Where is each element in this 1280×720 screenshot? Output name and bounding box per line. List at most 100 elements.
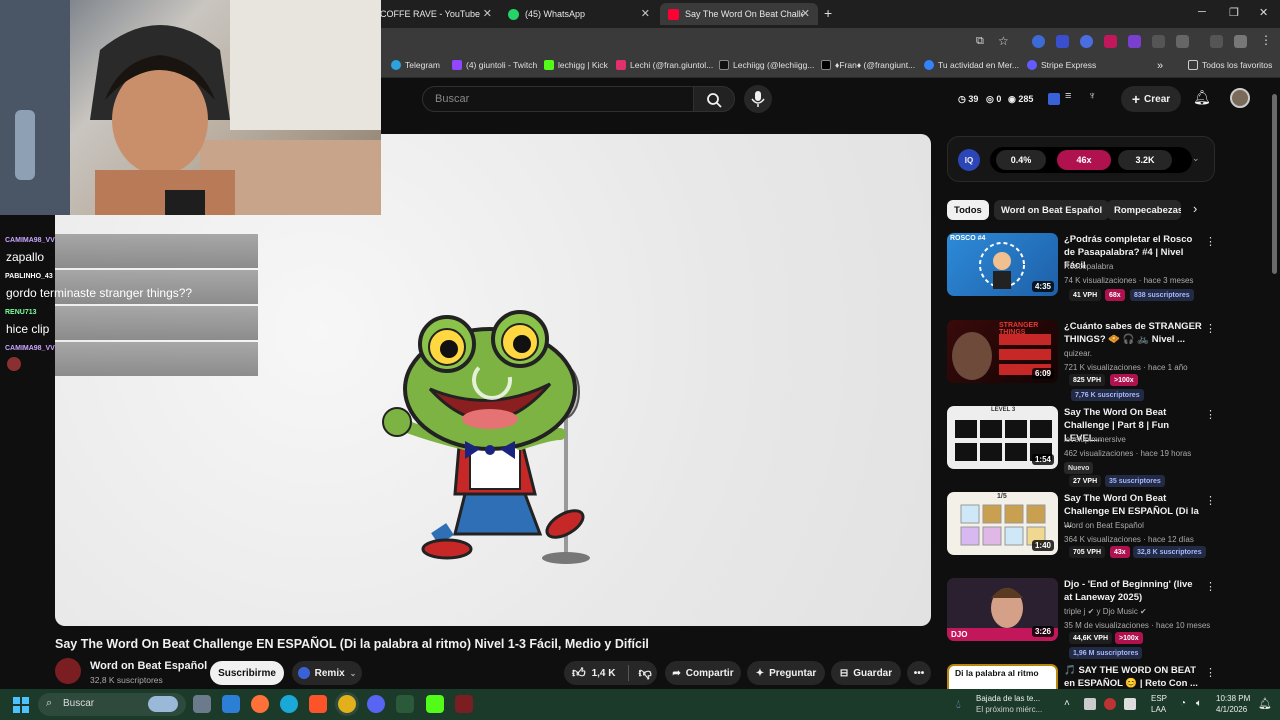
- tray-app-icon[interactable]: [1124, 698, 1136, 710]
- bookmark-telegram[interactable]: Telegram: [391, 60, 440, 70]
- tray-app-icon[interactable]: [1084, 698, 1096, 710]
- language-layout[interactable]: LAA: [1151, 705, 1166, 714]
- channel-name[interactable]: triple j ✔ y Djo Music ✔: [1064, 607, 1147, 616]
- wifi-icon[interactable]: ◔: [1180, 698, 1186, 709]
- extension-icon[interactable]: [1104, 35, 1117, 48]
- notification-subtitle[interactable]: El próximo miérc...: [976, 705, 1042, 714]
- bookmark-kick[interactable]: lechigg | Kick: [544, 60, 608, 70]
- language-code[interactable]: ESP: [1151, 694, 1167, 703]
- video-title[interactable]: 🎵 SAY THE WORD ON BEAT en ESPAÑOL 😊 | Re…: [1064, 664, 1202, 689]
- bookmark-instagram[interactable]: Lechi (@fran.giuntol...: [616, 60, 713, 70]
- bell-icon[interactable]: 🔔︎: [1193, 89, 1211, 106]
- more-vert-icon[interactable]: ⋮: [1205, 322, 1216, 335]
- voice-search-button[interactable]: [744, 85, 772, 113]
- obs-icon[interactable]: [455, 695, 473, 713]
- discord-icon[interactable]: [367, 695, 385, 713]
- recommendation-card[interactable]: LEVEL 3 1:54 Say The Word On Beat Challe…: [947, 406, 1216, 488]
- recommendation-card[interactable]: Di la palabra al ritmo 🎵 SAY THE WORD ON…: [947, 664, 1215, 689]
- video-thumbnail[interactable]: ROSCO #4 4:35: [947, 233, 1058, 296]
- like-count[interactable]: 1,4 K: [592, 668, 616, 679]
- close-icon[interactable]: ✕: [483, 7, 492, 20]
- ask-button[interactable]: ✦ Preguntar: [747, 661, 825, 685]
- bookmark-stripe[interactable]: Stripe Express: [1027, 60, 1096, 70]
- close-icon[interactable]: ✕: [801, 7, 810, 20]
- save-button[interactable]: ⊟ Guardar: [831, 661, 901, 685]
- recommendation-card[interactable]: STRANGER THINGS 6:09 ¿Cuánto sabes de ST…: [947, 320, 1216, 402]
- tab-whatsapp[interactable]: (45) WhatsApp ✕: [500, 3, 658, 25]
- list-icon[interactable]: ≡: [1065, 90, 1071, 102]
- weather-icon[interactable]: 💧︎: [956, 697, 961, 712]
- channel-name[interactable]: Roscopalabra: [1064, 262, 1113, 271]
- share-button[interactable]: ➦ Compartir: [665, 661, 741, 685]
- restore-icon[interactable]: ❐: [1229, 6, 1239, 19]
- more-vert-icon[interactable]: ⋮: [1205, 494, 1216, 507]
- video-thumbnail[interactable]: 1/5 1:40: [947, 492, 1058, 555]
- video-thumbnail[interactable]: DJO 3:26: [947, 578, 1058, 641]
- new-tab-button[interactable]: +: [824, 5, 832, 21]
- video-title[interactable]: Djo - 'End of Beginning' (live at Lanewa…: [1064, 578, 1202, 604]
- profile-icon[interactable]: [1234, 35, 1247, 48]
- more-vert-icon[interactable]: ⋮: [1205, 666, 1215, 679]
- page-scrollbar[interactable]: [1272, 94, 1277, 274]
- star-icon[interactable]: ☆: [998, 34, 1009, 48]
- media-icon[interactable]: [1210, 35, 1223, 48]
- search-input[interactable]: Buscar: [422, 86, 694, 112]
- more-vert-icon[interactable]: ⋮: [1205, 580, 1216, 593]
- chevron-right-icon[interactable]: »: [1157, 60, 1163, 72]
- chevron-right-icon[interactable]: ›: [1193, 201, 1197, 216]
- clock-time[interactable]: 10:38 PM: [1216, 694, 1250, 703]
- brave-icon[interactable]: [309, 695, 327, 713]
- channel-avatar[interactable]: [55, 658, 81, 684]
- extension-icon[interactable]: [1080, 35, 1093, 48]
- tray-app-icon[interactable]: [1104, 698, 1116, 710]
- video-thumbnail[interactable]: STRANGER THINGS 6:09: [947, 320, 1058, 383]
- close-icon[interactable]: ✕: [641, 7, 650, 20]
- chevron-down-icon[interactable]: ⌄: [1192, 153, 1200, 164]
- more-actions-button[interactable]: •••: [907, 661, 931, 685]
- more-vert-icon[interactable]: ⋮: [1205, 235, 1216, 248]
- puzzle-icon[interactable]: [1176, 35, 1189, 48]
- bookmark-twitch[interactable]: (4) giuntoli - Twitch: [452, 60, 537, 70]
- chip-puzzles[interactable]: Rompecabezas: [1107, 200, 1181, 220]
- chip-all[interactable]: Todos: [947, 200, 989, 220]
- iq-extension-icon[interactable]: [1048, 93, 1060, 105]
- all-favorites-folder[interactable]: Todos los favoritos: [1188, 60, 1272, 70]
- channel-name[interactable]: Word on Beat Español: [1064, 521, 1144, 530]
- menu-dots-icon[interactable]: ⋮: [1260, 33, 1272, 47]
- more-vert-icon[interactable]: ⋮: [1205, 408, 1216, 421]
- trophy-icon[interactable]: ♆: [1088, 90, 1096, 102]
- taskbar-search[interactable]: ⌕ Buscar: [38, 693, 186, 716]
- extension-icon[interactable]: [1152, 35, 1165, 48]
- app-icon[interactable]: [396, 695, 414, 713]
- remix-button[interactable]: Remix ⌄: [292, 661, 362, 685]
- bookmark-x[interactable]: ♦Fran♦ (@frangiunt...: [821, 60, 915, 70]
- channel-name[interactable]: levelupimmersive: [1064, 435, 1126, 444]
- tab-active-video[interactable]: Say The Word On Beat Challeng ✕: [660, 3, 818, 25]
- video-thumbnail[interactable]: LEVEL 3 1:54: [947, 406, 1058, 469]
- volume-icon[interactable]: 🔈︎: [1196, 698, 1202, 709]
- channel-name[interactable]: quizear.: [1064, 349, 1092, 358]
- search-button[interactable]: [693, 86, 735, 112]
- firefox-icon[interactable]: [251, 695, 269, 713]
- subscribe-button[interactable]: Suscribirme: [210, 661, 284, 685]
- recommendation-card[interactable]: 1/5 1:40 Say The Word On Beat Challenge …: [947, 492, 1216, 574]
- widgets-icon[interactable]: [222, 695, 240, 713]
- tab-youtube-coffe-rave[interactable]: COFFE RAVE - YouTube ✕: [372, 3, 500, 25]
- chip-word-on-beat[interactable]: Word on Beat Español: [994, 200, 1110, 220]
- task-view-icon[interactable]: [193, 695, 211, 713]
- user-avatar[interactable]: [1230, 88, 1250, 108]
- edge-icon[interactable]: [280, 695, 298, 713]
- install-app-icon[interactable]: ⧉: [976, 35, 984, 48]
- extension-icon[interactable]: [1032, 35, 1045, 48]
- recommendation-card[interactable]: DJO 3:26 Djo - 'End of Beginning' (live …: [947, 578, 1216, 660]
- clock-date[interactable]: 4/1/2026: [1216, 705, 1247, 714]
- kick-icon[interactable]: [426, 695, 444, 713]
- like-icon[interactable]: 👍︎: [572, 665, 586, 681]
- video-thumbnail[interactable]: Di la palabra al ritmo: [947, 664, 1058, 689]
- chevron-up-icon[interactable]: ˄: [1064, 698, 1070, 709]
- chrome-icon[interactable]: [338, 695, 356, 713]
- dislike-icon[interactable]: 👎︎: [639, 665, 652, 681]
- extension-icon[interactable]: [1056, 35, 1069, 48]
- video-title[interactable]: ¿Cuánto sabes de STRANGER THINGS? 🧇 🎧 🚲 …: [1064, 320, 1202, 346]
- bookmark-tiktok[interactable]: Lechiigg (@lechiigg...: [719, 60, 814, 70]
